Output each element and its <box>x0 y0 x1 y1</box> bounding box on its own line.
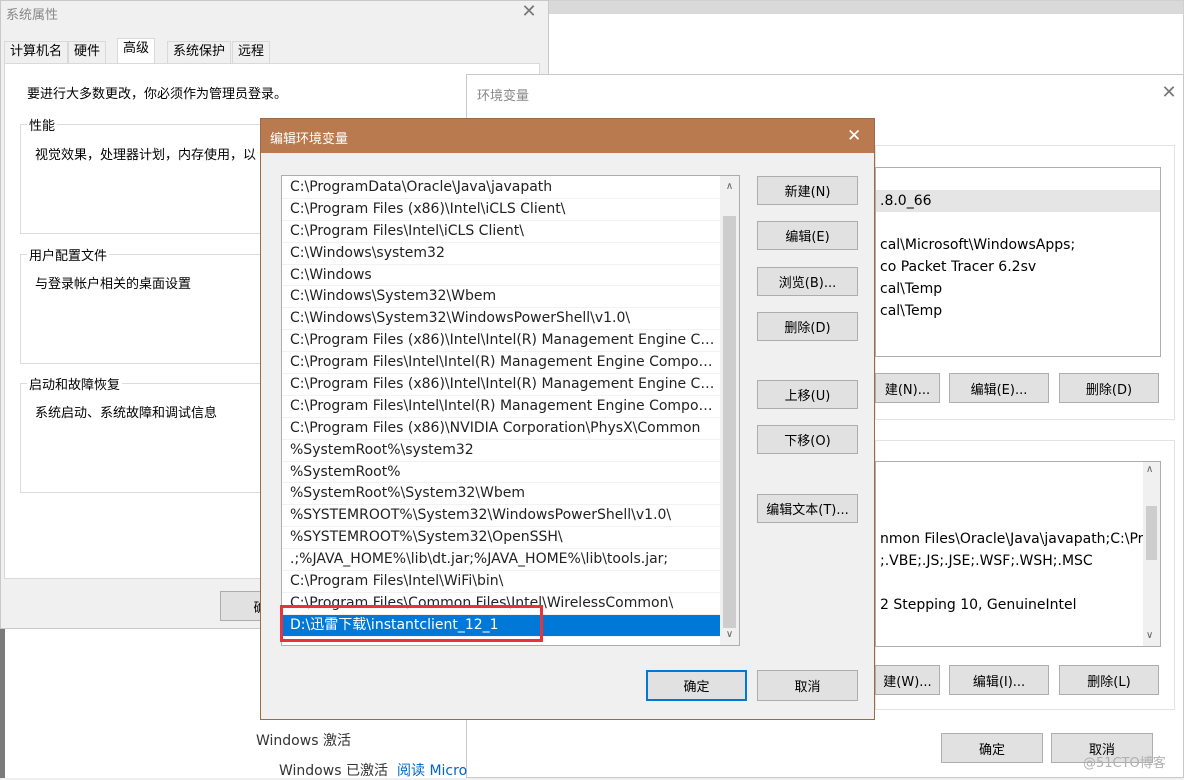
path-item[interactable]: C:\Windows\System32\Wbem <box>282 286 720 309</box>
path-item[interactable]: C:\Windows <box>282 265 720 287</box>
new-button[interactable]: 新建(N) <box>757 176 858 205</box>
tab-computer-name[interactable]: 计算机名 <box>4 41 69 63</box>
path-item[interactable]: C:\Program Files\Intel\Intel(R) Manageme… <box>282 352 720 375</box>
delete-button[interactable]: 删除(D) <box>757 312 858 341</box>
dialog-titlebar: 编辑环境变量 ✕ <box>261 119 874 153</box>
envvars-ok-button[interactable]: 确定 <box>941 733 1043 763</box>
highlight-box <box>280 605 543 642</box>
activation-link[interactable]: 阅读 Micro <box>397 760 467 780</box>
close-icon[interactable]: ✕ <box>847 126 861 146</box>
close-icon[interactable]: ✕ <box>1159 84 1179 102</box>
admin-note: 要进行大多数更改，你必须作为管理员登录。 <box>27 87 288 102</box>
path-item[interactable]: C:\Program Files (x86)\NVIDIA Corporatio… <box>282 418 720 440</box>
tab-system-protection[interactable]: 系统保护 <box>167 41 232 63</box>
path-rows: C:\ProgramData\Oracle\Java\javapath C:\Pr… <box>282 177 720 637</box>
scroll-up-icon[interactable]: ∧ <box>1146 464 1153 475</box>
path-item[interactable]: %SystemRoot%\system32 <box>282 440 720 462</box>
path-item[interactable]: C:\Program Files\Intel\Intel(R) Manageme… <box>282 396 720 418</box>
scrollbar[interactable]: ∧ ∨ <box>720 176 739 645</box>
list-item[interactable]: nmon Files\Oracle\Java\javapath;C:\Pr... <box>876 528 1160 550</box>
path-item[interactable]: %SystemRoot%\System32\Wbem <box>282 483 720 506</box>
tab-advanced[interactable]: 高级 <box>117 38 156 64</box>
system-variables-list[interactable]: nmon Files\Oracle\Java\javapath;C:\Pr...… <box>875 461 1161 647</box>
watermark: @51CTO博客 <box>1083 756 1166 771</box>
edit-button[interactable]: 编辑(E) <box>757 221 858 250</box>
list-item[interactable] <box>876 212 1160 234</box>
dialog-ok-button[interactable]: 确定 <box>646 670 747 701</box>
close-icon[interactable]: ✕ <box>519 3 539 21</box>
move-down-button[interactable]: 下移(O) <box>757 425 858 454</box>
list-item[interactable]: cal\Temp <box>876 278 1160 300</box>
path-item[interactable]: C:\Windows\System32\WindowsPowerShell\v1… <box>282 308 720 331</box>
list-item[interactable] <box>876 572 1160 594</box>
tab-hardware[interactable]: 硬件 <box>68 41 107 63</box>
scroll-thumb[interactable] <box>723 216 736 628</box>
path-item[interactable]: C:\Program Files (x86)\Intel\Intel(R) Ma… <box>282 374 720 396</box>
path-item[interactable]: C:\ProgramData\Oracle\Java\javapath <box>282 177 720 199</box>
scrollbar[interactable]: ∧ ∨ <box>1143 462 1160 646</box>
scroll-down-icon[interactable]: ∨ <box>720 626 739 643</box>
user-edit-button[interactable]: 编辑(E)... <box>949 373 1049 403</box>
path-item[interactable]: %SYSTEMROOT%\System32\WindowsPowerShell\… <box>282 505 720 528</box>
list-item[interactable] <box>876 506 1160 528</box>
browse-button[interactable]: 浏览(B)... <box>757 267 858 296</box>
user-new-button[interactable]: 建(N)... <box>875 373 940 403</box>
sys-edit-button[interactable]: 编辑(I)... <box>949 665 1049 695</box>
path-item[interactable]: %SystemRoot% <box>282 462 720 484</box>
tab-remote[interactable]: 远程 <box>232 41 271 63</box>
activation-status: Windows 已激活 <box>279 763 388 779</box>
path-item[interactable]: C:\Program Files (x86)\Intel\Intel(R) Ma… <box>282 330 720 353</box>
user-variables-list[interactable]: .8.0_66 cal\Microsoft\WindowsApps; co Pa… <box>875 167 1161 357</box>
path-item[interactable]: C:\Program Files (x86)\Intel\iCLS Client… <box>282 199 720 221</box>
activation-title: Windows 激活 <box>256 733 351 749</box>
list-item[interactable]: .8.0_66 <box>876 190 1160 212</box>
path-item[interactable]: C:\Program Files\Intel\WiFi\bin\ <box>282 571 720 593</box>
performance-desc: 视觉效果，处理器计划，内存使用，以 <box>35 148 257 163</box>
move-up-button[interactable]: 上移(U) <box>757 380 858 409</box>
scroll-thumb[interactable] <box>1146 506 1157 560</box>
system-properties-title: 系统属性 <box>6 8 59 23</box>
path-list[interactable]: C:\ProgramData\Oracle\Java\javapath C:\Pr… <box>281 175 740 646</box>
dialog-cancel-button[interactable]: 取消 <box>757 670 858 701</box>
profile-desc: 与登录帐户相关的桌面设置 <box>35 277 192 292</box>
list-item[interactable]: 2 Stepping 10, GenuineIntel <box>876 594 1160 616</box>
startup-label: 启动和故障恢复 <box>27 374 123 393</box>
background-window-header <box>549 1 1183 14</box>
startup-desc: 系统启动、系统故障和调试信息 <box>35 406 218 421</box>
edit-text-button[interactable]: 编辑文本(T)... <box>757 494 858 523</box>
list-item[interactable]: cal\Temp <box>876 300 1160 322</box>
user-delete-button[interactable]: 删除(D) <box>1059 373 1159 403</box>
path-item[interactable]: C:\Program Files\Intel\iCLS Client\ <box>282 221 720 243</box>
dialog-title: 编辑环境变量 <box>270 132 349 147</box>
envvars-title: 环境变量 <box>477 89 530 104</box>
path-item[interactable]: .;%JAVA_HOME%\lib\dt.jar;%JAVA_HOME%\lib… <box>282 549 720 572</box>
list-item[interactable] <box>876 462 1160 484</box>
performance-label: 性能 <box>27 115 58 134</box>
profile-label: 用户配置文件 <box>27 245 110 264</box>
list-item[interactable]: co Packet Tracer 6.2sv <box>876 256 1160 278</box>
scroll-down-icon[interactable]: ∨ <box>1146 630 1153 641</box>
path-item[interactable]: %SYSTEMROOT%\System32\OpenSSH\ <box>282 527 720 550</box>
sys-delete-button[interactable]: 删除(L) <box>1059 665 1159 695</box>
list-item[interactable] <box>876 484 1160 506</box>
path-item[interactable]: C:\Windows\system32 <box>282 243 720 265</box>
sys-new-button[interactable]: 建(W)... <box>875 665 940 695</box>
scroll-up-icon[interactable]: ∧ <box>720 178 739 195</box>
list-item[interactable]: ;.VBE;.JS;.JSE;.WSF;.WSH;.MSC <box>876 550 1160 572</box>
list-item[interactable]: cal\Microsoft\WindowsApps; <box>876 234 1160 256</box>
